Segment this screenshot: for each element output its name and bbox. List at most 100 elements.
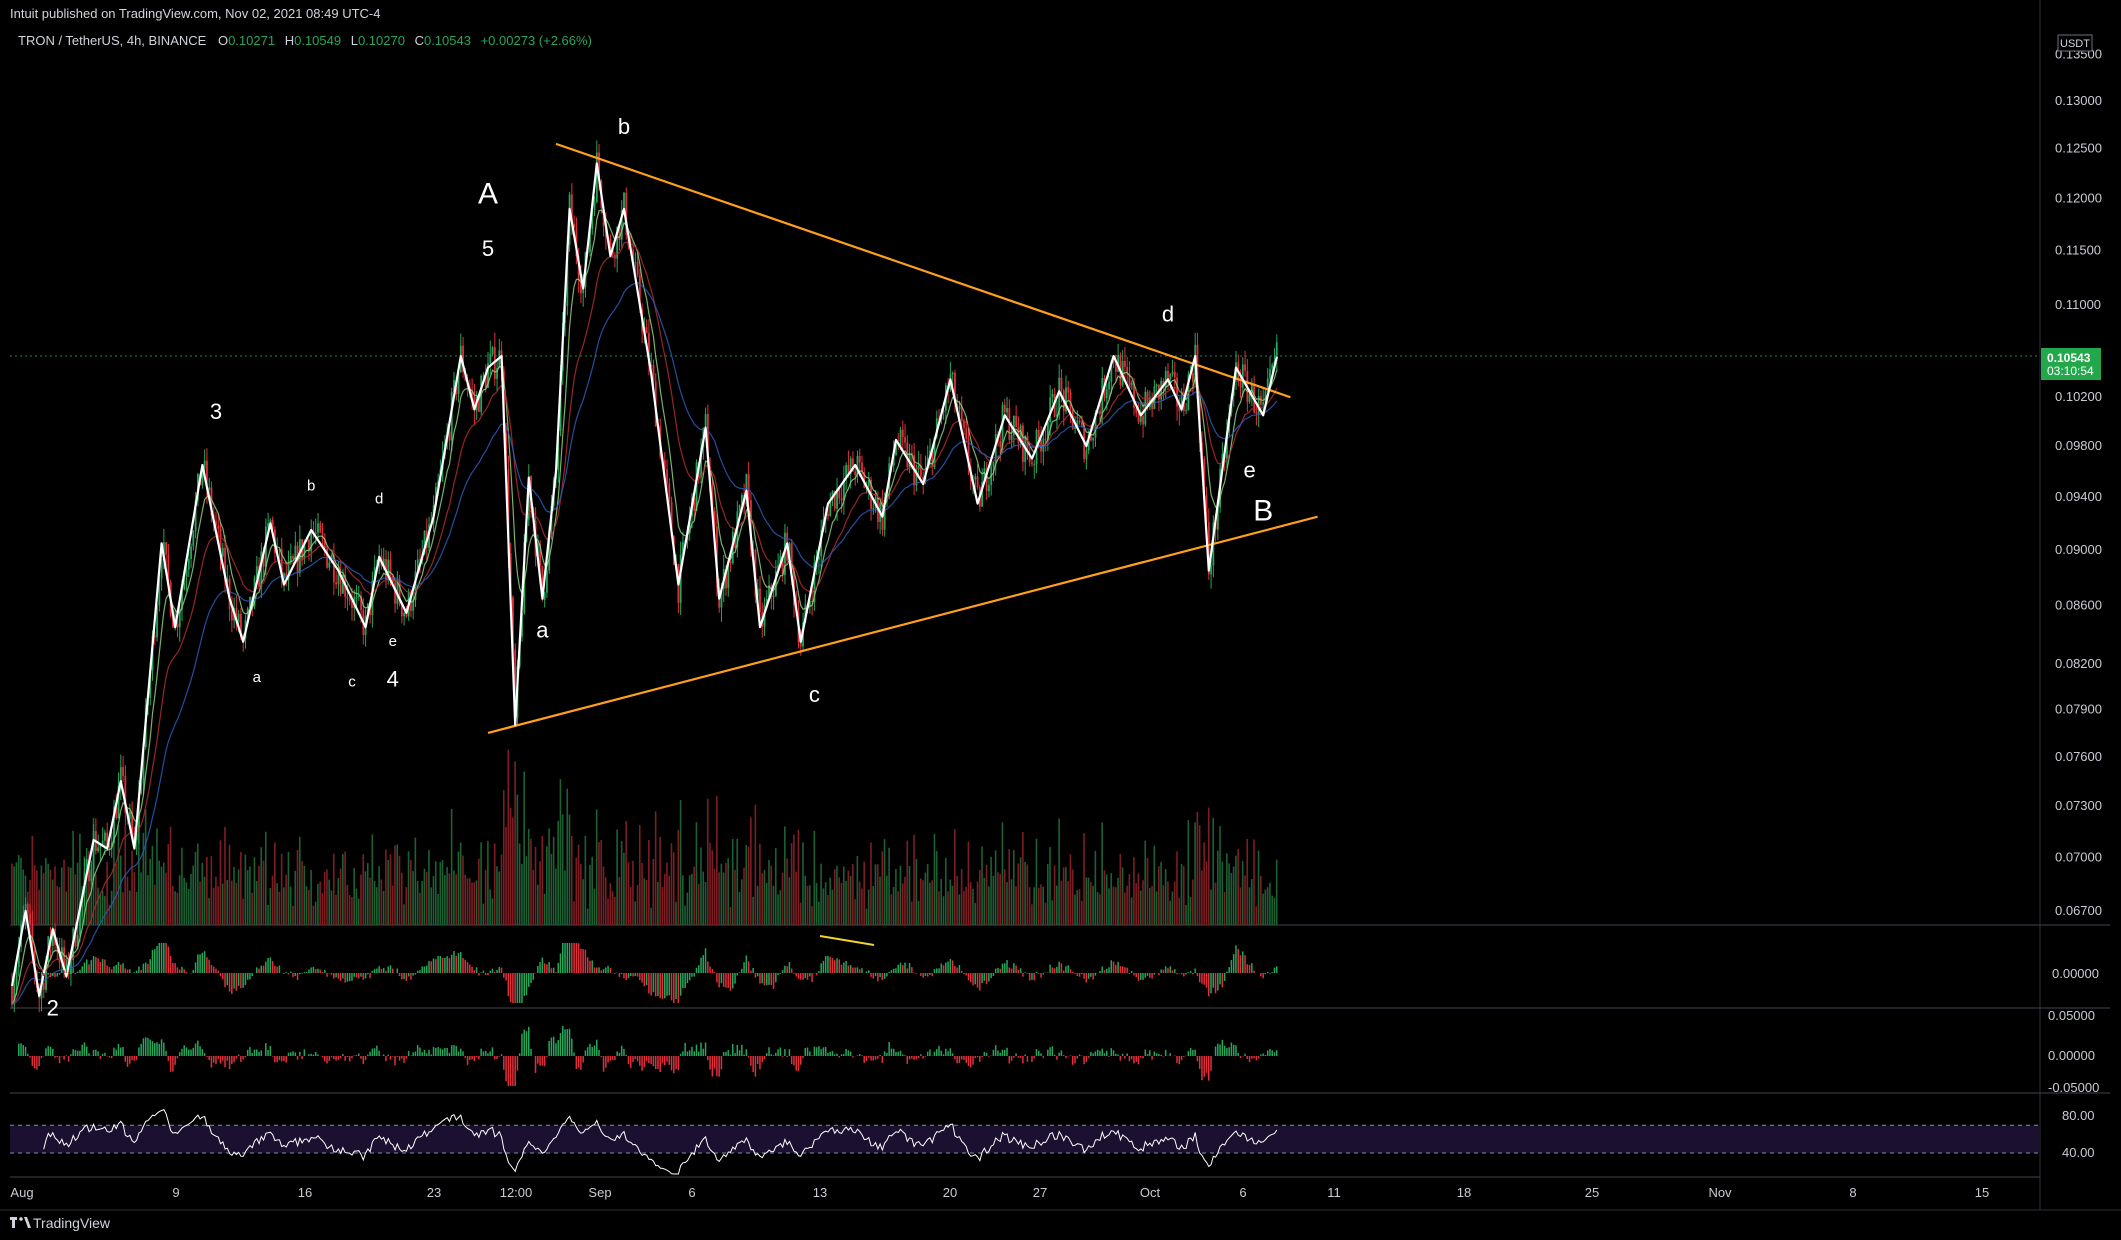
volume-bar-407: [933, 833, 936, 925]
osc1-bar-312: [718, 973, 720, 988]
osc1-bar-150: [351, 973, 353, 981]
osc1-bar-334: [768, 973, 770, 985]
volume-bar-453: [1037, 887, 1040, 925]
volume-bar-415: [951, 885, 954, 925]
osc2-bar-455: [1042, 1056, 1045, 1058]
osc2-bar-122: [287, 1052, 290, 1056]
osc1-bar-397: [911, 967, 913, 973]
osc2-bar-160: [373, 1048, 376, 1056]
volume-bar-386: [886, 875, 888, 925]
volume-bar-294: [677, 829, 680, 925]
osc2-bar-498: [1140, 1056, 1142, 1058]
osc1-bar-409: [938, 968, 940, 973]
price-tick-16: 0.07300: [2055, 798, 2102, 813]
osc1-bar-315: [725, 973, 727, 988]
osc1-bar-325: [747, 961, 750, 973]
osc1-bar-25: [67, 971, 70, 973]
close-value: 0.10543: [424, 33, 471, 48]
volume-bar-115: [271, 875, 274, 925]
candle-body-7: [26, 904, 29, 914]
volume-bar-271: [625, 821, 627, 925]
symbol-legend[interactable]: TRON / TetherUS, 4h, BINANCE O0.10271 H0…: [18, 33, 592, 48]
osc1-bar-211: [489, 970, 491, 973]
osc1-bar-172: [401, 973, 403, 980]
wave-label-14: e: [1243, 458, 1255, 483]
osc1-bar-170: [396, 968, 399, 973]
volume-bar-206: [478, 858, 480, 925]
osc1-bar-300: [691, 973, 693, 977]
osc1-bar-29: [76, 971, 79, 973]
volume-bar-138: [323, 871, 326, 925]
osc1-bar-538: [1230, 959, 1233, 973]
osc2-bar-84: [201, 1049, 204, 1056]
osc2-bar-444: [1017, 1056, 1020, 1058]
candle-body-36: [92, 831, 95, 870]
volume-bar-283: [652, 858, 655, 925]
osc2-bar-395: [906, 1056, 909, 1065]
osc1-bar-428: [981, 973, 983, 984]
osc2-bar-188: [437, 1047, 439, 1056]
volume-bar-261: [602, 866, 605, 925]
osc1-bar-127: [299, 973, 301, 975]
osc2-bar-153: [358, 1053, 360, 1056]
volume-bar-457: [1046, 863, 1049, 925]
osc2-bar-467: [1069, 1055, 1072, 1056]
osc1-bar-557: [1273, 967, 1276, 973]
osc2-bar-255: [589, 1043, 591, 1056]
volume-bar-359: [824, 882, 827, 925]
volume-bar-279: [643, 878, 646, 925]
osc1-bar-303: [698, 965, 700, 973]
osc2-bar-261: [602, 1056, 605, 1072]
osc1-bar-228: [528, 973, 530, 987]
osc2-bar-423: [970, 1056, 972, 1068]
volume-bar-332: [763, 870, 766, 925]
volume-bar-357: [820, 863, 822, 925]
osc1-bar-223: [516, 973, 519, 1003]
volume-bar-22: [60, 867, 63, 925]
volume-bar-82: [196, 843, 199, 925]
osc2-bar-254: [586, 1047, 589, 1056]
volume-bar-378: [867, 889, 870, 925]
volume-bar-216: [500, 854, 503, 925]
volume-bar-536: [1226, 853, 1228, 925]
osc2-bar-476: [1090, 1052, 1092, 1056]
osc2-bar-203: [471, 1056, 473, 1060]
chart-canvas[interactable]: 23abcde45AabcdeB 0.135000.130000.125000.…: [0, 0, 2121, 1240]
brand-label[interactable]: TradingView: [33, 1215, 111, 1231]
volume-bar-99: [235, 882, 238, 925]
osc2-bar-224: [518, 1053, 521, 1056]
volume-bar-491: [1124, 892, 1126, 925]
time-tick-2: 16: [298, 1185, 312, 1200]
volume-bar-356: [818, 901, 820, 925]
volume-bar-339: [779, 890, 782, 925]
osc1-bar-385: [883, 973, 886, 979]
volume-bar-398: [913, 834, 915, 925]
osc1-bar-116: [274, 965, 276, 973]
volume-bar-336: [772, 885, 775, 925]
candle-body-136: [319, 523, 322, 533]
osc1-bar-529: [1210, 973, 1212, 994]
osc2-bar-297: [684, 1042, 686, 1056]
time-tick-1: 9: [172, 1185, 179, 1200]
osc1-bar-161: [376, 968, 378, 973]
osc1-bar-293: [675, 973, 677, 1000]
osc2-bar-236: [546, 1056, 548, 1057]
osc1-bar-238: [550, 968, 553, 973]
volume-bar-558: [1275, 859, 1278, 925]
candle-body-494: [1130, 382, 1133, 386]
volume-bar-410: [940, 878, 943, 925]
osc2-bar-22: [61, 1056, 63, 1057]
osc1-bar-319: [734, 973, 736, 984]
candle-body-257: [593, 202, 596, 210]
osc2-bar-156: [364, 1056, 367, 1061]
osc2-bar-71: [172, 1056, 174, 1072]
osc1-bar-232: [537, 965, 539, 973]
volume-bar-12: [38, 889, 40, 925]
osc2-bar-81: [194, 1043, 197, 1056]
volume-bar-508: [1162, 885, 1165, 925]
osc1-bar-85: [203, 951, 206, 973]
osc2-bar-366: [840, 1054, 843, 1056]
osc2-bar-108: [256, 1049, 258, 1056]
volume-bar-59: [144, 809, 147, 925]
volume-bar-170: [396, 844, 399, 925]
